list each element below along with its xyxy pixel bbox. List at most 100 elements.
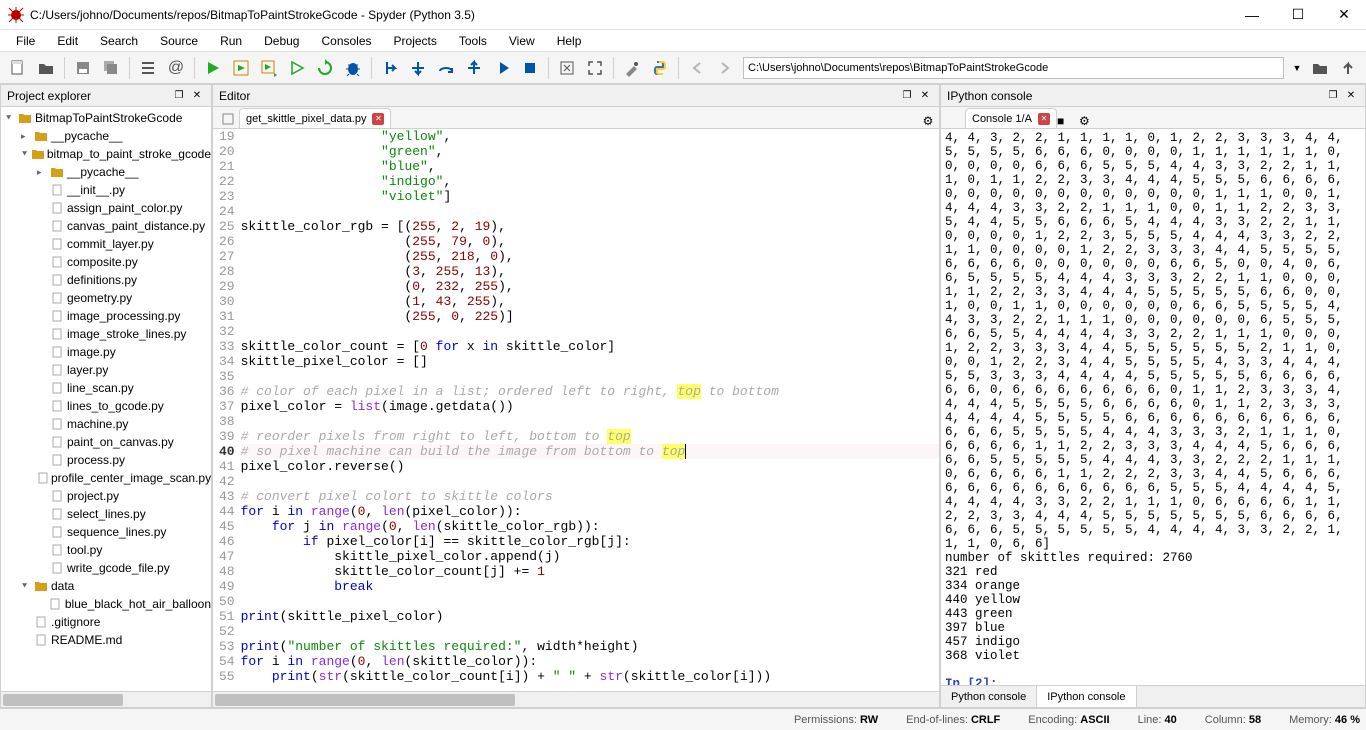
browse-dir-button[interactable] (1307, 55, 1333, 81)
tree-file[interactable]: profile_center_image_scan.py (1, 469, 211, 487)
tree-file[interactable]: canvas_paint_distance.py (1, 217, 211, 235)
run-cell-advance-button[interactable] (256, 55, 282, 81)
console-stop-button[interactable]: ■ (1057, 114, 1079, 128)
tree-file[interactable]: machine.py (1, 415, 211, 433)
menu-file[interactable]: File (6, 32, 45, 50)
step-button[interactable] (377, 55, 403, 81)
tree-file[interactable]: __init__.py (1, 181, 211, 199)
tree-file[interactable]: lines_to_gcode.py (1, 397, 211, 415)
console-close-button[interactable]: ✕ (1343, 88, 1359, 104)
tree-folder-pycache2[interactable]: ▸__pycache__ (1, 163, 211, 181)
list-button[interactable] (135, 55, 161, 81)
tree-file[interactable]: project.py (1, 487, 211, 505)
menu-debug[interactable]: Debug (254, 32, 309, 50)
console-undock-button[interactable]: ❐ (1325, 88, 1341, 104)
bottom-tab-python-console[interactable]: Python console (941, 686, 1037, 707)
tree-folder-pycache[interactable]: ▸__pycache__ (1, 127, 211, 145)
editor-options-button[interactable]: ⚙ (917, 114, 939, 128)
save-button[interactable] (70, 55, 96, 81)
editor-tab-close-icon[interactable]: ✕ (372, 113, 384, 125)
forward-button[interactable] (712, 55, 738, 81)
tree-file[interactable]: tool.py (1, 541, 211, 559)
console-output[interactable]: 4, 4, 3, 2, 2, 1, 1, 1, 1, 0, 1, 2, 2, 3… (941, 129, 1365, 685)
tree-file[interactable]: line_scan.py (1, 379, 211, 397)
console-options-button[interactable]: ⚙ (1079, 114, 1101, 128)
run-cell-button[interactable] (228, 55, 254, 81)
editor-tab-active[interactable]: get_skittle_pixel_data.py ✕ (239, 108, 391, 128)
menu-edit[interactable]: Edit (47, 32, 88, 50)
run-selection-button[interactable] (284, 55, 310, 81)
console-tab-close-icon[interactable]: ✕ (1038, 113, 1050, 125)
new-file-button[interactable] (5, 55, 31, 81)
at-button[interactable]: @ (163, 55, 189, 81)
menu-help[interactable]: Help (547, 32, 592, 50)
editor-hscrollbar[interactable] (213, 691, 939, 707)
status-line-value: 40 (1165, 714, 1177, 726)
tree-file[interactable]: blue_black_hot_air_balloon (1, 595, 211, 613)
tab-list-button[interactable] (217, 110, 239, 128)
tree-file[interactable]: geometry.py (1, 289, 211, 307)
save-all-button[interactable] (98, 55, 124, 81)
fullscreen-button[interactable] (582, 55, 608, 81)
project-explorer-panel: Project explorer ❐ ✕ ⯆BitmapToPaintStrok… (0, 84, 212, 708)
panel-undock-button[interactable]: ❐ (171, 88, 187, 104)
project-tree[interactable]: ⯆BitmapToPaintStrokeGcode▸__pycache__⯆bi… (1, 107, 211, 691)
step-over-button[interactable] (433, 55, 459, 81)
tree-file[interactable]: commit_layer.py (1, 235, 211, 253)
panel-close-button[interactable]: ✕ (189, 88, 205, 104)
continue-button[interactable] (489, 55, 515, 81)
file-icon (49, 291, 65, 305)
stop-button[interactable] (517, 55, 543, 81)
menu-search[interactable]: Search (90, 32, 148, 50)
tree-file[interactable]: layer.py (1, 361, 211, 379)
tree-file[interactable]: composite.py (1, 253, 211, 271)
tree-file[interactable]: .gitignore (1, 613, 211, 631)
bottom-tab-ipython-console[interactable]: IPython console (1037, 686, 1136, 707)
rerun-button[interactable] (312, 55, 338, 81)
tree-file[interactable]: process.py (1, 451, 211, 469)
tree-root[interactable]: ⯆BitmapToPaintStrokeGcode (1, 109, 211, 127)
tree-hscrollbar[interactable] (1, 691, 211, 707)
maximize-panel-button[interactable] (554, 55, 580, 81)
tree-label: data (51, 579, 74, 593)
menu-view[interactable]: View (499, 32, 545, 50)
step-into-button[interactable] (405, 55, 431, 81)
tree-folder-bitmap[interactable]: ⯆bitmap_to_paint_stroke_gcode (1, 145, 211, 163)
tree-file[interactable]: paint_on_canvas.py (1, 433, 211, 451)
menu-run[interactable]: Run (210, 32, 252, 50)
run-button[interactable] (200, 55, 226, 81)
maximize-button[interactable]: ☐ (1284, 5, 1312, 25)
tree-folder-data[interactable]: ⯆data (1, 577, 211, 595)
code-editor[interactable]: 1920212223242526272829303132333435363738… (213, 129, 939, 691)
tree-file[interactable]: image_stroke_lines.py (1, 325, 211, 343)
console-tab-active[interactable]: Console 1/A ✕ (965, 108, 1057, 128)
menu-projects[interactable]: Projects (384, 32, 447, 50)
tree-label: image_stroke_lines.py (67, 327, 186, 341)
open-file-button[interactable] (33, 55, 59, 81)
working-dir-field[interactable] (743, 57, 1284, 79)
tree-file[interactable]: write_gcode_file.py (1, 559, 211, 577)
step-out-button[interactable] (461, 55, 487, 81)
preferences-button[interactable] (619, 55, 645, 81)
menu-source[interactable]: Source (150, 32, 208, 50)
tree-file[interactable]: assign_paint_color.py (1, 199, 211, 217)
status-mem-value: 46 % (1335, 714, 1360, 726)
editor-close-button[interactable]: ✕ (917, 88, 933, 104)
minimize-button[interactable]: — (1238, 5, 1266, 25)
path-dropdown-button[interactable]: ▼ (1289, 55, 1305, 81)
back-button[interactable] (684, 55, 710, 81)
tree-file[interactable]: README.md (1, 631, 211, 649)
console-tabs: Console 1/A ✕ ■ ⚙ (941, 107, 1365, 129)
menu-tools[interactable]: Tools (449, 32, 497, 50)
tree-file[interactable]: select_lines.py (1, 505, 211, 523)
tree-file[interactable]: image.py (1, 343, 211, 361)
python-path-button[interactable] (647, 55, 673, 81)
editor-undock-button[interactable]: ❐ (899, 88, 915, 104)
tree-file[interactable]: sequence_lines.py (1, 523, 211, 541)
debug-button[interactable] (340, 55, 366, 81)
tree-file[interactable]: image_processing.py (1, 307, 211, 325)
tree-file[interactable]: definitions.py (1, 271, 211, 289)
close-button[interactable]: ✕ (1330, 5, 1358, 25)
parent-dir-button[interactable] (1335, 55, 1361, 81)
menu-consoles[interactable]: Consoles (311, 32, 381, 50)
